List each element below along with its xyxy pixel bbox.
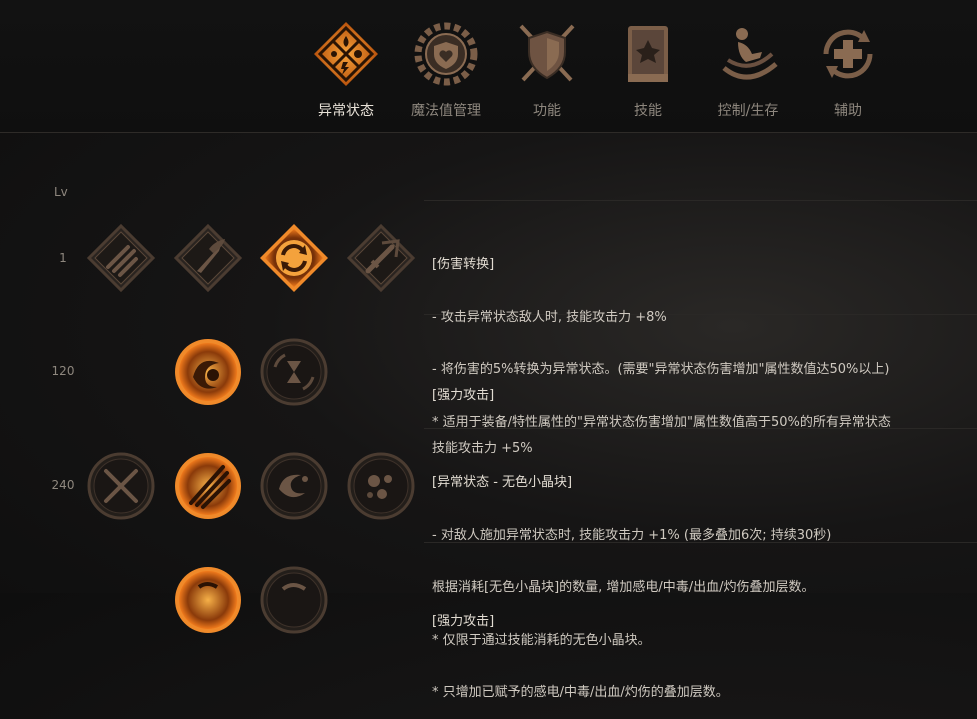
elemental-diamond-icon (314, 22, 378, 86)
storm-swirl-icon (260, 452, 328, 520)
tab-label: 异常状态 (318, 103, 374, 119)
skill-node-sword-strike[interactable] (346, 223, 416, 293)
triple-spear-icon (175, 453, 241, 519)
plus-cycle-icon (823, 29, 873, 79)
tab-support[interactable]: 辅助 (798, 18, 898, 128)
description-line: - 对敌人施加异常状态时, 技能攻击力 +1% (最多叠加6次; 持续30秒) (432, 527, 832, 543)
description-title: [强力攻击] (432, 388, 495, 403)
skill-node-arc-swirl[interactable] (259, 565, 329, 635)
cycle-arrows-icon (260, 224, 328, 292)
tab-label: 辅助 (834, 103, 862, 119)
tab-label: 控制/生存 (717, 103, 779, 119)
crossed-swords-shield-icon (519, 24, 575, 82)
row-level: 120 (51, 364, 75, 378)
tab-utility[interactable]: 功能 (497, 18, 597, 128)
tab-label: 技能 (634, 103, 662, 119)
arc-swirl-icon (260, 566, 328, 634)
row-divider (424, 200, 977, 201)
skill-node-triple-spear[interactable] (173, 451, 243, 521)
skill-node-hourglass-swap[interactable] (259, 337, 329, 407)
claw-slash-icon (86, 223, 156, 293)
crossed-blades-icon (87, 452, 155, 520)
flame-orb-icon (175, 567, 241, 633)
description-line: * 只增加已赋予的感电/中毒/出血/灼伤的叠加层数。 (432, 685, 729, 700)
level-column-header: Lv (54, 185, 68, 199)
skill-node-storm-swirl[interactable] (259, 451, 329, 521)
description-title: [强力攻击] (432, 614, 495, 629)
category-tab-bar: 异常状态 魔法值管理 功能 技能 控制/生存 辅助 (0, 0, 977, 133)
winged-dagger-icon (173, 223, 243, 293)
skill-node-cycle-arrows[interactable] (259, 223, 329, 293)
sword-strike-icon (346, 223, 416, 293)
tab-skill[interactable]: 技能 (598, 18, 698, 128)
fiery-swirl-icon (175, 339, 241, 405)
tab-label: 功能 (533, 103, 561, 119)
skill-node-winged-dagger[interactable] (173, 223, 243, 293)
tab-mana-management[interactable]: 魔法值管理 (396, 18, 496, 128)
skill-book-icon (628, 26, 668, 82)
tab-status-effect[interactable]: 异常状态 (296, 18, 396, 128)
row-level: 1 (59, 251, 67, 265)
row-description: [强力攻击] (432, 578, 494, 648)
row-level: 240 (51, 478, 75, 492)
tab-label: 魔法值管理 (411, 103, 481, 119)
orb-cluster-icon (347, 452, 415, 520)
skill-node-flame-orb[interactable] (173, 565, 243, 635)
rolling-figure-icon (722, 28, 778, 80)
skill-node-fiery-swirl[interactable] (173, 337, 243, 407)
skill-node-claw-slash[interactable] (86, 223, 156, 293)
description-line: - 攻击异常状态敌人时, 技能攻击力 +8% (432, 309, 667, 325)
description-title: [伤害转换] (432, 257, 495, 272)
description-title: [异常状态 - 无色小晶块] (432, 475, 573, 490)
hourglass-swap-icon (260, 338, 328, 406)
shield-heart-gear-icon (414, 22, 478, 86)
skill-node-crossed-blades[interactable] (86, 451, 156, 521)
tab-control-survival[interactable]: 控制/生存 (698, 18, 798, 128)
skill-node-orb-cluster[interactable] (346, 451, 416, 521)
